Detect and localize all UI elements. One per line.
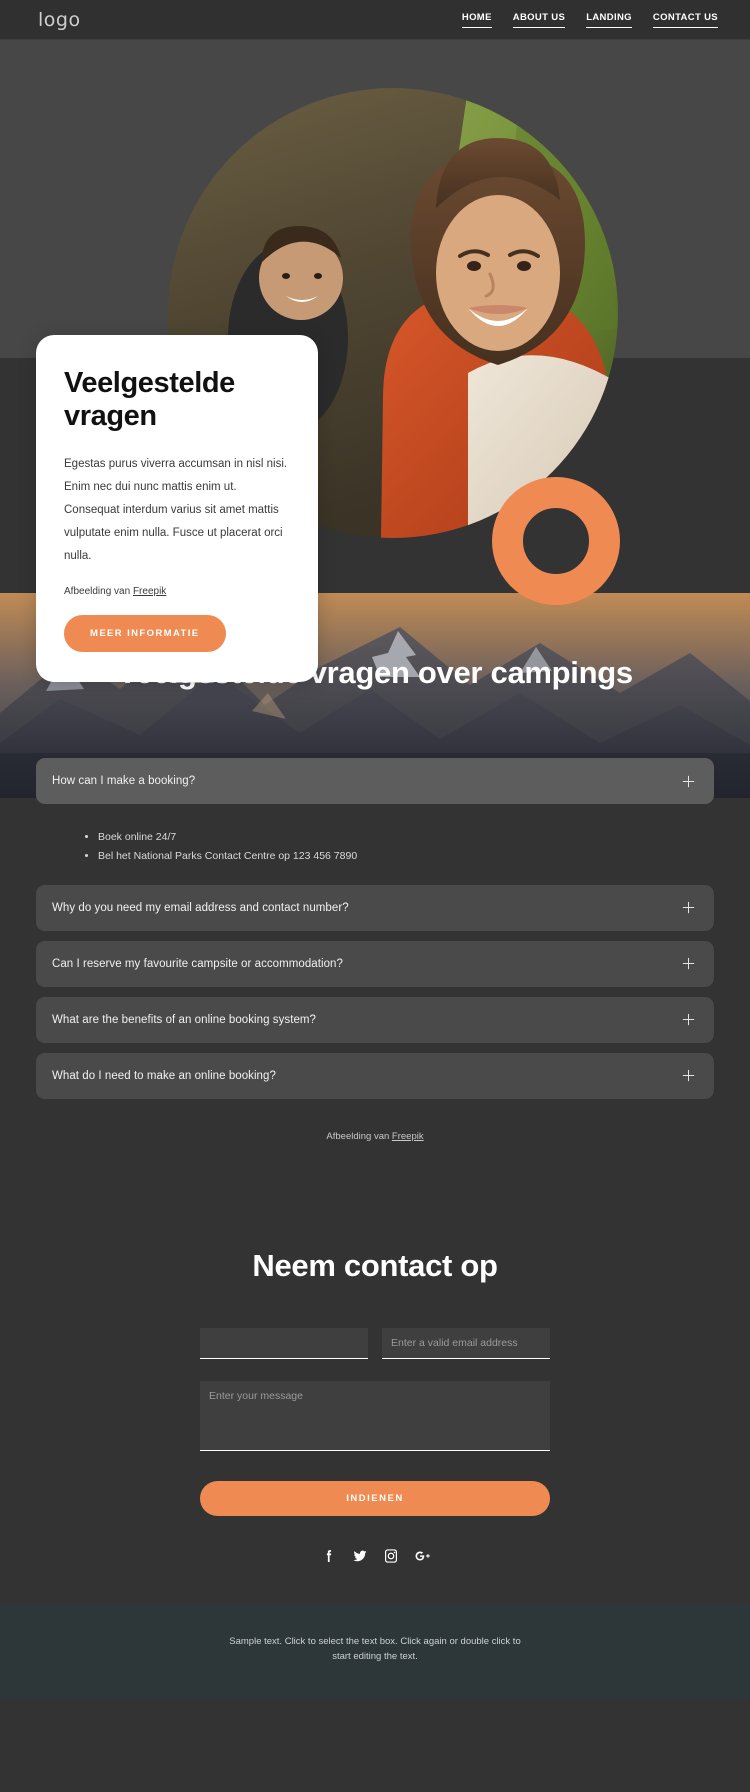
contact-form: INDIENEN [200,1327,550,1516]
faq-answer-item: Boek online 24/7 [98,828,678,847]
faq-question: What are the benefits of an online booki… [52,1013,316,1026]
facebook-icon[interactable] [321,1548,337,1564]
twitter-icon[interactable] [352,1548,368,1564]
more-information-button[interactable]: MEER INFORMATIE [64,614,226,652]
site-footer: Sample text. Click to select the text bo… [0,1603,750,1699]
instagram-icon[interactable] [383,1548,399,1564]
main-navigation: HOME ABOUT US LANDING CONTACT US [461,12,718,28]
decorative-orange-ring [492,477,620,605]
faq-credit-link[interactable]: Freepik [392,1131,424,1142]
submit-button[interactable]: INDIENEN [200,1480,550,1516]
hero-card-body: Egestas purus viverra accumsan in nisl n… [64,457,288,562]
social-links [0,1548,750,1564]
faq-item-how-can-i-make-a-booking[interactable]: How can I make a booking? [36,758,714,804]
faq-question: Can I reserve my favourite campsite or a… [52,957,343,970]
contact-section: Neem contact op INDIENEN [0,1181,750,1604]
page-root: logo HOME ABOUT US LANDING CONTACT US Ve… [0,0,750,1699]
plus-icon[interactable] [681,1012,696,1027]
faq-item-why-email-and-contact-number[interactable]: Why do you need my email address and con… [36,884,714,931]
faq-question: Why do you need my email address and con… [52,901,349,914]
faq-answer-item: Bel het National Parks Contact Centre op… [98,847,678,866]
contact-title: Neem contact op [252,1247,498,1283]
plus-icon[interactable] [681,1068,696,1083]
faq-item-what-do-i-need-to-book[interactable]: What do I need to make an online booking… [36,1052,714,1099]
nav-item-landing[interactable]: LANDING [586,12,632,28]
footer-sample-text: Sample text. Click to select the text bo… [229,1635,521,1663]
hero-section: Veelgestelde vragen Egestas purus viverr… [0,40,750,682]
email-field[interactable] [382,1327,550,1359]
name-field[interactable] [200,1327,368,1359]
faq-credit: Afbeelding van Freepik [0,1109,750,1152]
faq-credit-prefix: Afbeelding van [326,1130,392,1142]
hero-credit-prefix: Afbeelding van [64,585,133,597]
hero-card-title: Veelgestelde vragen [64,367,235,432]
google-plus-icon[interactable] [414,1548,430,1564]
faq-question: What do I need to make an online booking… [52,1069,276,1082]
plus-icon[interactable] [681,956,696,971]
nav-item-contact-us[interactable]: CONTACT US [652,12,718,28]
hero-card-credit: Afbeelding van Freepik [64,586,290,597]
faq-item-benefits-of-online-booking[interactable]: What are the benefits of an online booki… [36,996,714,1043]
faq-answer-list: Boek online 24/7 Bel het National Parks … [36,814,714,885]
nav-item-about-us[interactable]: ABOUT US [512,12,566,28]
site-header: logo HOME ABOUT US LANDING CONTACT US [0,0,750,40]
faq-accordion: How can I make a booking? Boek online 24… [0,758,750,1099]
faq-question: How can I make a booking? [52,775,196,787]
plus-icon[interactable] [681,774,696,789]
contact-form-row [200,1327,550,1359]
hero-card: Veelgestelde vragen Egestas purus viverr… [36,335,318,682]
plus-icon[interactable] [681,900,696,915]
site-logo[interactable]: logo [38,9,81,31]
hero-credit-link[interactable]: Freepik [133,586,166,597]
nav-item-home[interactable]: HOME [461,12,492,28]
message-field[interactable] [200,1380,550,1451]
faq-item-reserve-favourite-campsite[interactable]: Can I reserve my favourite campsite or a… [36,940,714,987]
